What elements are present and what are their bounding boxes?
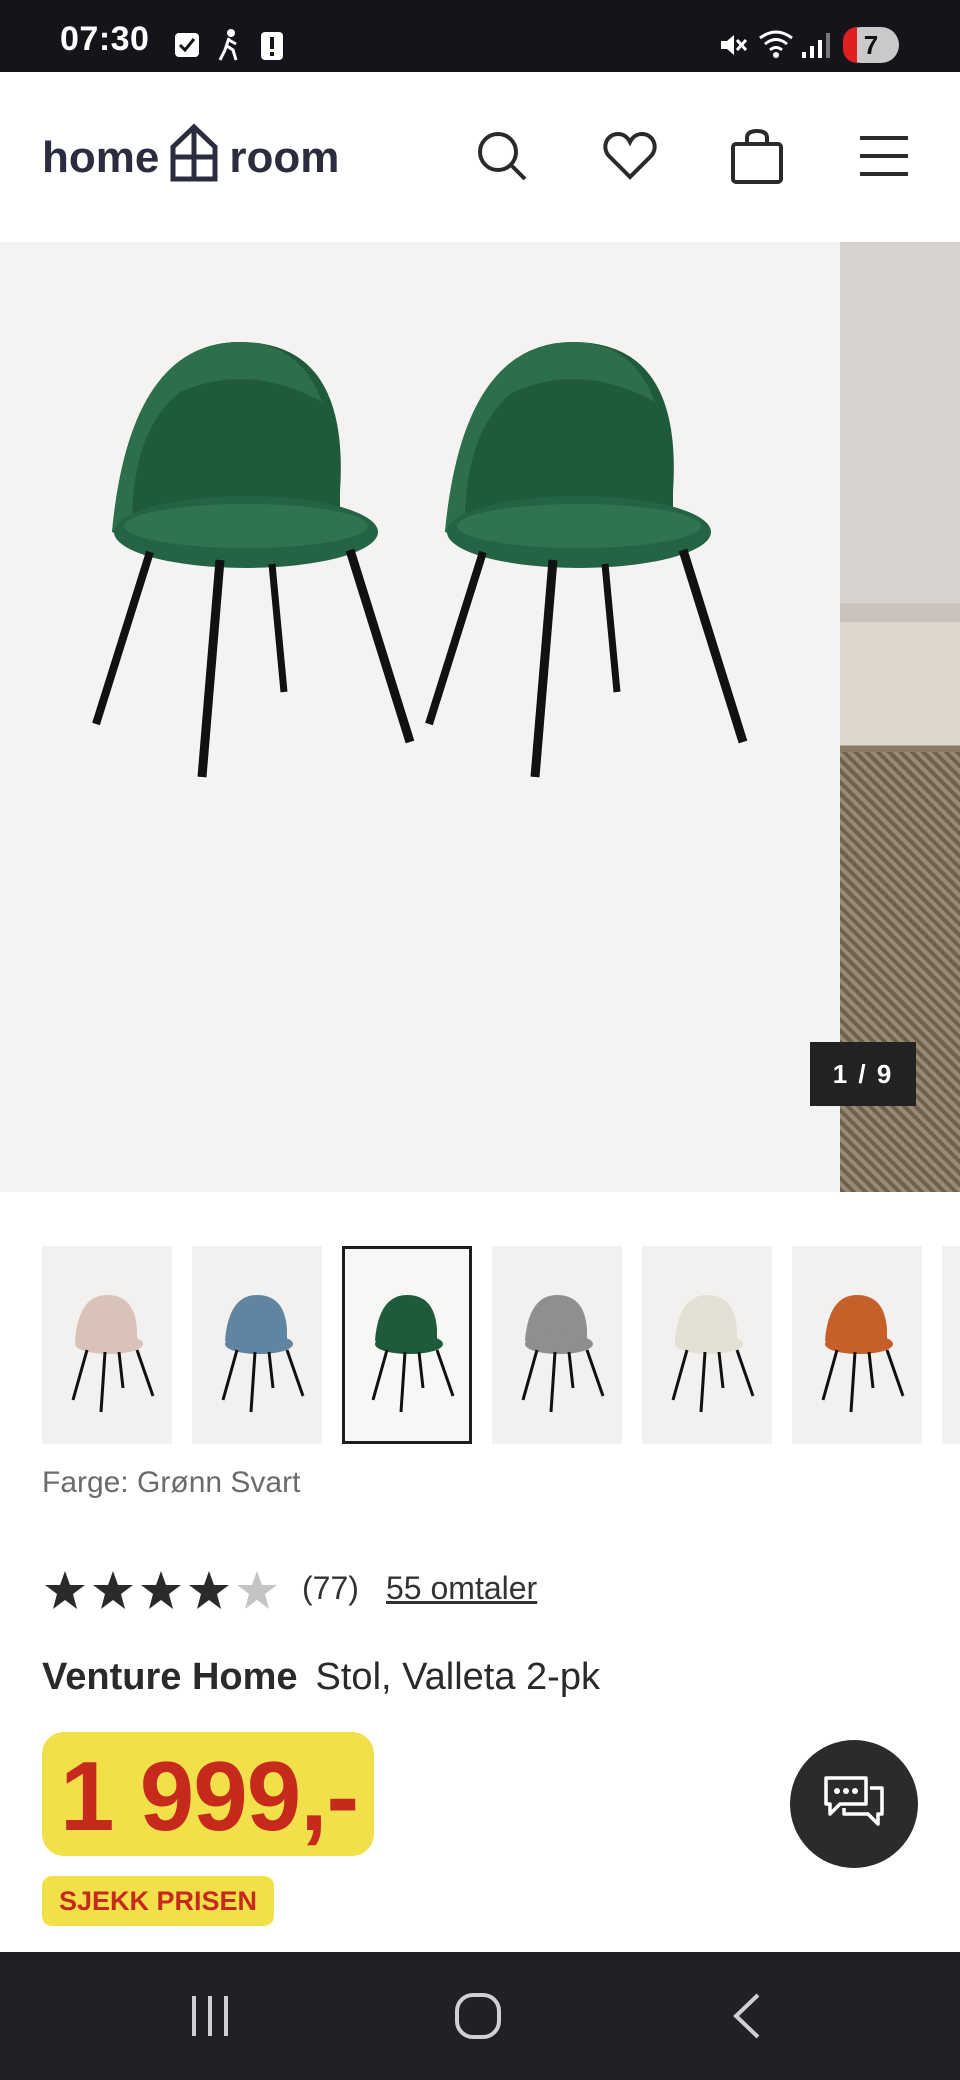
house-icon [169,123,219,194]
star-empty-icon [236,1570,278,1615]
gallery-counter: 1 / 9 [810,1042,916,1106]
color-variant-thumbnail[interactable] [492,1246,622,1444]
signal-icon [800,30,832,65]
search-icon[interactable] [470,124,534,188]
mute-icon [718,30,748,65]
color-variant-thumbnail-partial[interactable] [942,1246,960,1444]
color-label: Farge: Grønn Svart [42,1466,301,1499]
status-time: 07:30 [60,20,150,58]
rating-stars [44,1570,278,1615]
chat-icon [822,1774,886,1835]
alert-icon [260,30,284,65]
product-brand[interactable]: Venture Home [42,1656,298,1698]
rating-count: (77) [302,1570,359,1606]
home-icon[interactable] [438,1980,518,2052]
star-filled-icon [92,1570,134,1615]
recent-apps-icon[interactable] [170,1980,250,2052]
check-price-badge[interactable]: SJEKK PRISEN [42,1876,274,1926]
logo-text-left: home [42,133,160,182]
price-box: 1 999,- [42,1732,374,1856]
notification-badge: 7 [843,27,899,63]
product-image-main[interactable] [0,242,840,1192]
star-filled-icon [188,1570,230,1615]
menu-icon[interactable] [852,124,916,188]
color-variant-thumbnail[interactable] [342,1246,472,1444]
color-variant-thumbnail[interactable] [642,1246,772,1444]
product-name: Stol, Valleta 2-pk [315,1656,600,1698]
back-icon[interactable] [708,1980,788,2052]
reviews-link[interactable]: 55 omtaler [386,1570,537,1607]
star-filled-icon [140,1570,182,1615]
color-variant-thumbnail[interactable] [42,1246,172,1444]
rug-texture [840,752,960,1192]
star-filled-icon [44,1570,86,1615]
chat-button[interactable] [790,1740,918,1868]
heart-icon[interactable] [598,124,662,188]
logo-text-right: room [229,133,340,182]
color-variant-thumbnail[interactable] [192,1246,322,1444]
status-bar: 07:30 7 [0,0,960,72]
system-nav-bar [0,1952,960,2080]
color-variant-thumbnails [42,1246,960,1444]
site-header: home room [0,72,960,242]
logo[interactable]: home room [42,123,340,186]
product-title: Venture Home Stol, Valleta 2-pk [42,1656,600,1699]
wifi-icon [758,28,798,65]
shopping-bag-icon[interactable] [725,124,789,188]
walking-icon [216,28,242,67]
product-price: 1 999,- [60,1741,359,1851]
color-variant-thumbnail[interactable] [792,1246,922,1444]
checkbox-icon [174,32,200,63]
